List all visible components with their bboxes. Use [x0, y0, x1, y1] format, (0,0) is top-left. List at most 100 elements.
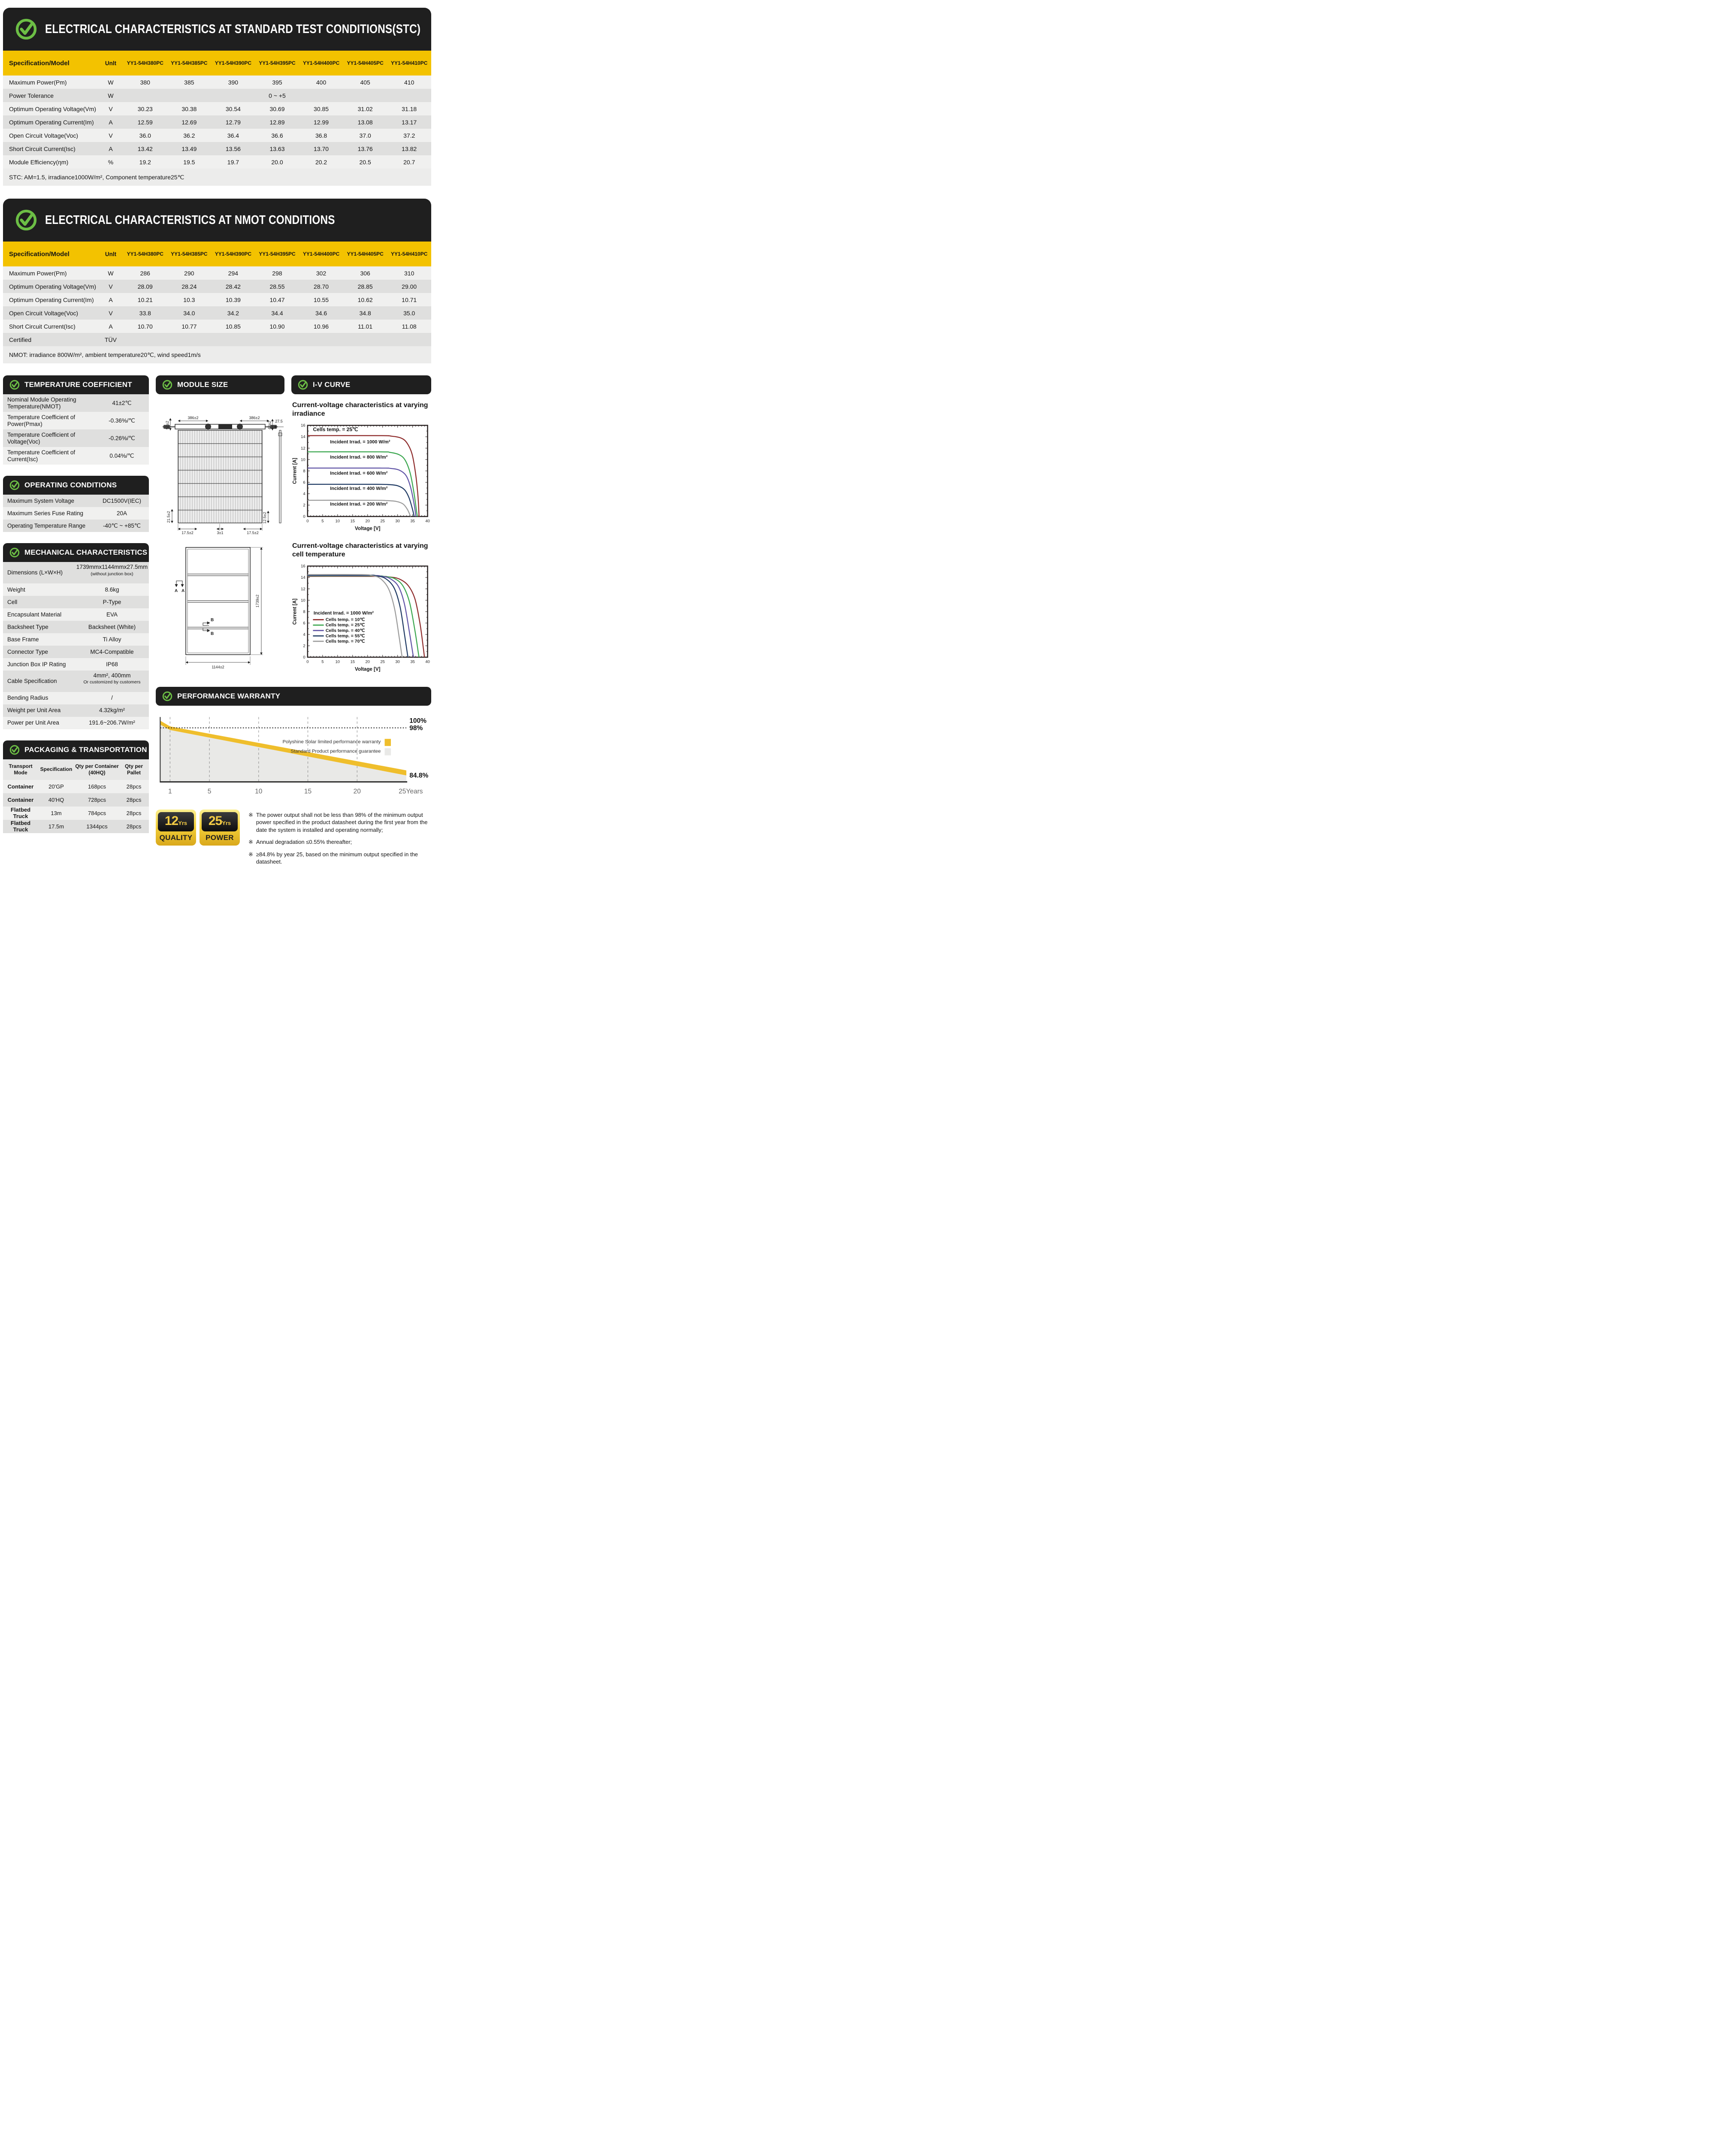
table-row: Optimum Operating Voltage(Vm)V30.2330.38…	[3, 102, 431, 115]
check-icon	[14, 17, 38, 41]
kv-label: Operating Temperature Range	[3, 520, 95, 532]
svg-text:3±1: 3±1	[217, 531, 224, 535]
row-unit: W	[98, 270, 123, 277]
kv-value: DC1500V(IEC)	[95, 496, 149, 506]
kv-value: 191.6~206.7W/m²	[75, 718, 149, 728]
svg-text:Incident Irrad. = 1000 W/m²: Incident Irrad. = 1000 W/m²	[314, 610, 374, 616]
module-size-title: MODULE SIZE	[177, 381, 228, 389]
note-bullet-icon: ※	[248, 838, 253, 846]
iv-irradiance-svg: 05101520253035400246810121416Voltage [V]…	[291, 421, 431, 533]
row-label: Maximum Power(Pm)	[3, 79, 98, 86]
kv-label: Junction Box IP Rating	[3, 659, 75, 670]
svg-text:Incident Irrad. = 400 W/m²: Incident Irrad. = 400 W/m²	[330, 486, 387, 491]
kv-label: Base Frame	[3, 634, 75, 645]
cell-value: 390	[211, 79, 255, 86]
cell-value: 36.4	[211, 132, 255, 139]
section-operating-conditions: OPERATING CONDITIONS Maximum System Volt…	[3, 476, 149, 532]
mechanical-table: Dimensions (L×W×H)1739mmx1144mmx27.5mm(w…	[3, 562, 149, 729]
svg-text:25: 25	[380, 659, 385, 664]
kv-label: Maximum System Voltage	[3, 495, 95, 507]
iv-chart2-title: Current-voltage characteristics at varyi…	[292, 542, 430, 559]
nmot-footnote: NMOT: irradiance 800W/m², ambient temper…	[3, 346, 431, 363]
table-row: CertifiedTÜV	[3, 333, 431, 346]
warranty-note: ※≥84.8% by year 25, based on the minimum…	[248, 851, 431, 866]
svg-text:Incident Irrad. = 1000 W/m²: Incident Irrad. = 1000 W/m²	[330, 439, 390, 444]
cell-value: 13.49	[167, 145, 212, 152]
row-label: Module Efficiency(ηm)	[3, 159, 98, 166]
kv-value: EVA	[75, 610, 149, 620]
packaging-column-header: Specification	[38, 766, 74, 772]
cell-value: 395	[255, 79, 299, 86]
kv-label: Bending Radius	[3, 692, 75, 704]
cell-value: 13.82	[387, 145, 431, 152]
packaging-cell: 40'HQ	[38, 797, 74, 803]
kv-row: Weight8.6kg	[3, 583, 149, 596]
svg-text:10: 10	[336, 519, 340, 524]
kv-label: Cell	[3, 597, 75, 608]
cell-value: 12.89	[255, 119, 299, 126]
kv-value: -40℃ ~ +85℃	[95, 521, 149, 531]
cell-value: 13.08	[343, 119, 387, 126]
cell-value: 298	[255, 270, 299, 277]
cell-value: 10.55	[299, 296, 343, 303]
kv-value: 20A	[95, 508, 149, 519]
cell-value: 29.00	[387, 283, 431, 290]
cell-value: 20.0	[255, 159, 299, 166]
cell-value: 12.99	[299, 119, 343, 126]
kv-value: Backsheet (White)	[75, 622, 149, 632]
section-mechanical: MECHANICAL CHARACTERISTICS Dimensions (L…	[3, 543, 149, 729]
kv-value: -0.26%/℃	[95, 433, 149, 444]
packaging-cell: 728pcs	[74, 797, 120, 803]
cell-value: 34.6	[299, 310, 343, 317]
table-row: Optimum Operating Current(Im)A10.2110.31…	[3, 293, 431, 306]
kv-label: Nominal Module Operating Temperature(NMO…	[3, 394, 95, 412]
check-icon	[9, 379, 20, 390]
module-size-header: MODULE SIZE	[156, 375, 284, 394]
warranty-header: PERFORMANCE WARRANTY	[156, 687, 431, 706]
svg-text:5: 5	[208, 788, 212, 795]
row-label: Optimum Operating Voltage(Vm)	[3, 283, 98, 290]
svg-text:30: 30	[395, 519, 400, 524]
warranty-notes: ※The power output shall not be less than…	[248, 810, 431, 870]
cell-value: 28.85	[343, 283, 387, 290]
cell-value: 10.47	[255, 296, 299, 303]
svg-text:30: 30	[395, 659, 400, 664]
svg-text:40: 40	[425, 519, 430, 524]
kv-row: Operating Temperature Range-40℃ ~ +85℃	[3, 520, 149, 532]
svg-text:Cells temp. = 70℃: Cells temp. = 70℃	[326, 639, 365, 644]
column-header-unit: Unlt	[98, 251, 123, 257]
row-label: Short Circuit Current(Isc)	[3, 323, 98, 330]
kv-row: Temperature Coefficient of Current(Isc)0…	[3, 447, 149, 465]
svg-text:98%: 98%	[409, 724, 423, 731]
cell-value: 34.0	[167, 310, 212, 317]
cell-value: 10.21	[123, 296, 167, 303]
iv-curve-header: I-V CURVE	[291, 375, 431, 394]
svg-text:52±2: 52±2	[165, 421, 169, 429]
column-header-model: YY1-54H380PC	[123, 251, 167, 257]
note-text: The power output shall not be less than …	[256, 811, 431, 834]
packaging-cell: Flatbed Truck	[3, 820, 38, 833]
svg-text:Standard Product performance g: Standard Product performance guarantee	[290, 749, 381, 754]
svg-text:0: 0	[306, 519, 308, 524]
section-stc: ELECTRICAL CHARACTERISTICS AT STANDARD T…	[3, 8, 431, 186]
warranty-note: ※The power output shall not be less than…	[248, 811, 431, 834]
kv-label: Connector Type	[3, 647, 75, 658]
kv-row: Dimensions (L×W×H)1739mmx1144mmx27.5mm(w…	[3, 562, 149, 583]
row-label: Optimum Operating Current(Im)	[3, 119, 98, 126]
packaging-cell: 784pcs	[74, 810, 120, 816]
svg-text:Cells temp. = 25℃: Cells temp. = 25℃	[326, 622, 365, 628]
temp-coeff-header: TEMPERATURE COEFFICIENT	[3, 375, 149, 394]
cell-value: 30.69	[255, 106, 299, 112]
kv-value: IP68	[75, 659, 149, 670]
section-temperature-coefficient: TEMPERATURE COEFFICIENT Nominal Module O…	[3, 375, 149, 465]
check-icon	[162, 691, 173, 702]
packaging-title: PACKAGING & TRANSPORTATION	[24, 746, 147, 754]
kv-value-note: Or customized by customers	[76, 679, 148, 685]
iv-column: I-V CURVE Current-voltage characteristic…	[291, 375, 431, 676]
row-span-value: 0 ~ +5	[123, 92, 431, 99]
column-header-model: YY1-54H410PC	[387, 251, 431, 257]
row-unit: A	[98, 145, 123, 152]
svg-text:43±2: 43±2	[267, 421, 272, 429]
cell-value: 385	[167, 79, 212, 86]
row-unit: A	[98, 323, 123, 330]
